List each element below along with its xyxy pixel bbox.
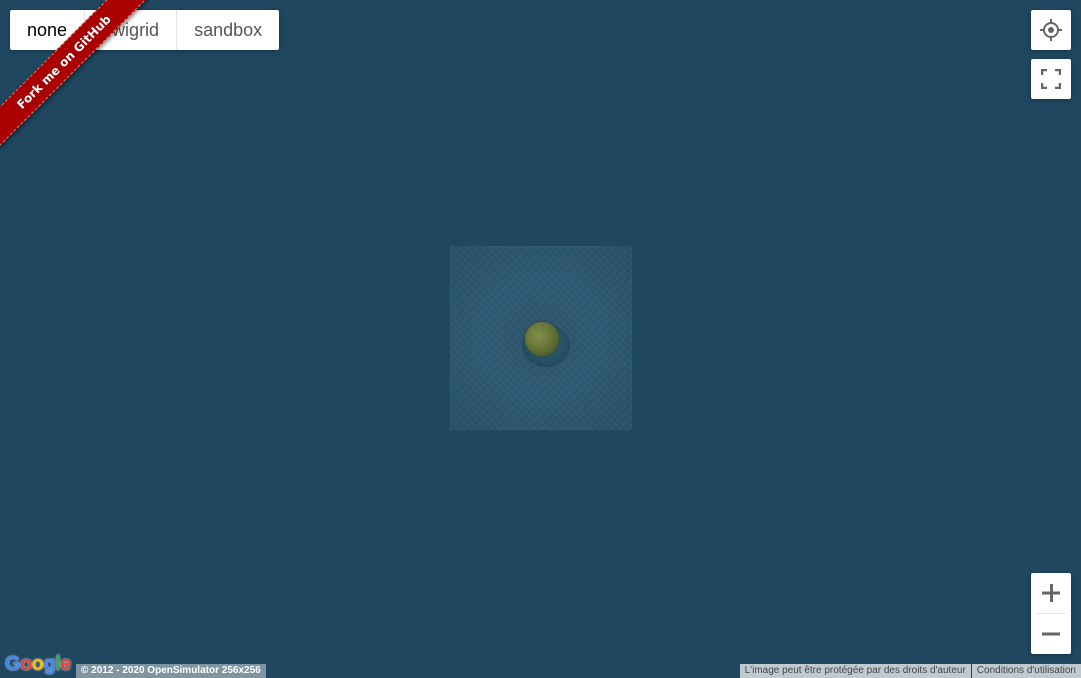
map-canvas[interactable]: [0, 0, 1081, 678]
island: [525, 322, 559, 356]
attribution-bar: L'image peut être protégée par des droit…: [739, 664, 1081, 678]
zoom-in-button[interactable]: [1031, 573, 1071, 613]
fullscreen-button[interactable]: [1031, 59, 1071, 99]
fullscreen-icon: [1041, 69, 1061, 89]
region-tile[interactable]: [450, 246, 632, 430]
crosshair-icon: [1040, 19, 1062, 41]
plus-icon: [1042, 584, 1060, 602]
locate-button[interactable]: [1031, 10, 1071, 50]
minus-icon: [1042, 632, 1060, 636]
copyright-label: © 2012 - 2020 OpenSimulator 256x256: [76, 664, 266, 678]
map-type-sandbox-button[interactable]: sandbox: [177, 10, 279, 50]
map-type-control: none owigrid sandbox: [10, 10, 280, 50]
image-rights-notice: L'image peut être protégée par des droit…: [739, 664, 971, 678]
zoom-out-button[interactable]: [1031, 614, 1071, 654]
terms-of-use-link[interactable]: Conditions d'utilisation: [971, 664, 1081, 678]
google-logo[interactable]: Google: [5, 653, 71, 676]
zoom-control: [1031, 573, 1071, 654]
